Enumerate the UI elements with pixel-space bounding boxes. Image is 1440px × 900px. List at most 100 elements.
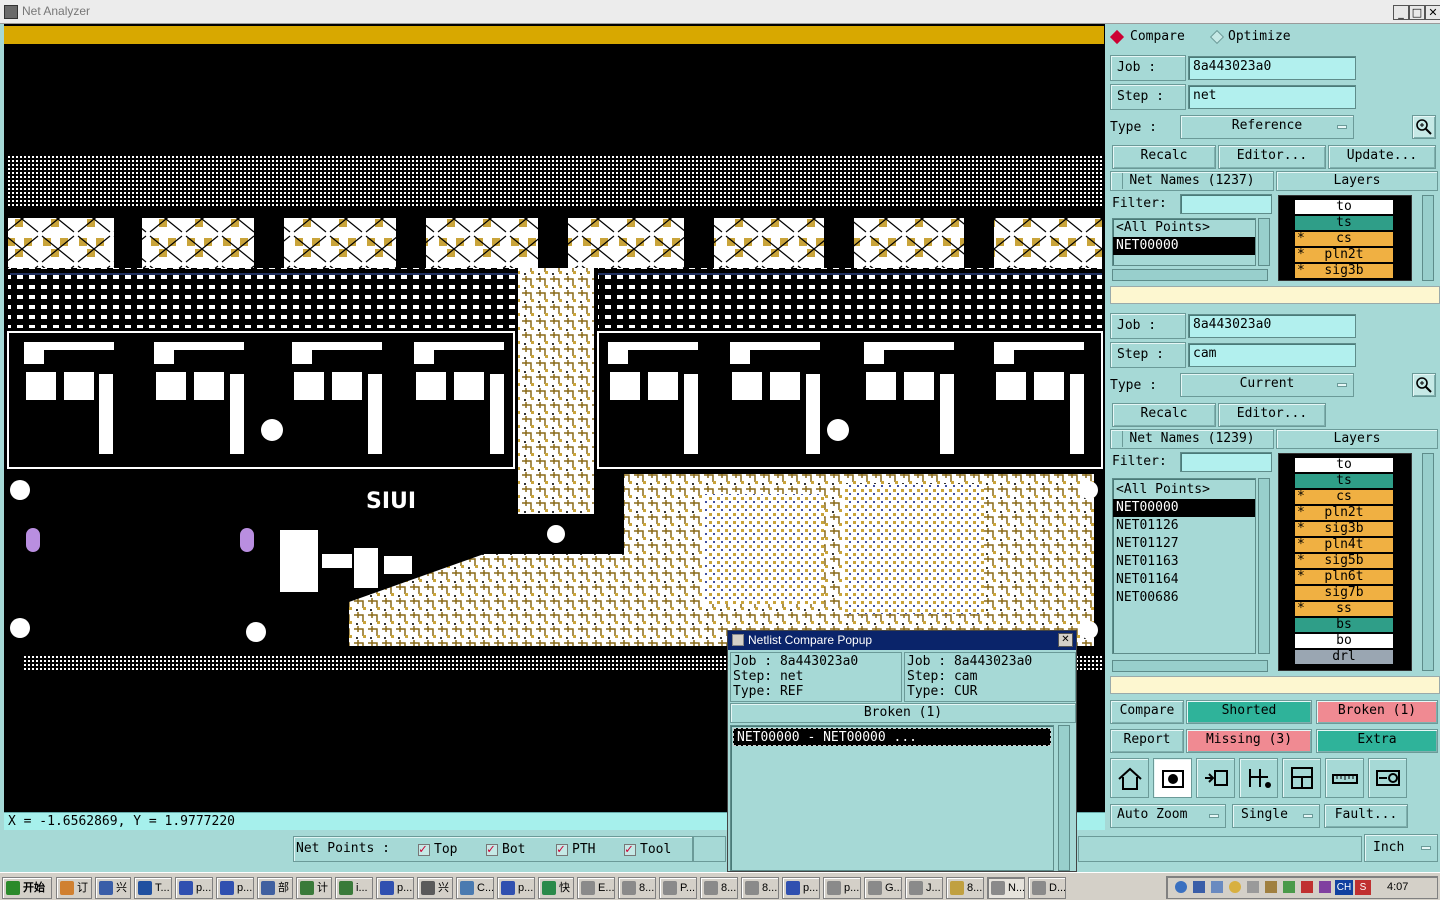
optimize-radio[interactable]: Optimize <box>1209 29 1291 44</box>
layer-item-ts[interactable]: ts <box>1295 474 1393 488</box>
cur-type-dropdown[interactable]: Current <box>1180 373 1354 397</box>
route-button[interactable] <box>1239 758 1278 798</box>
settings-button[interactable] <box>1368 758 1407 798</box>
ie-icon[interactable] <box>1175 881 1187 893</box>
bot-checkbox[interactable]: ✓ Bot <box>486 842 525 857</box>
taskbar-item[interactable]: P... <box>659 877 697 899</box>
compare-button[interactable]: Compare <box>1110 700 1184 724</box>
layer-item-pln2t[interactable]: * pln2t <box>1295 248 1393 262</box>
cur-recalc-button[interactable]: Recalc <box>1112 403 1216 427</box>
tray-icon[interactable] <box>1247 881 1259 893</box>
top-checkbox[interactable]: ✓ Top <box>418 842 457 857</box>
layer-item-pln2t[interactable]: * pln2t <box>1295 506 1393 520</box>
taskbar-item[interactable]: G... <box>864 877 902 899</box>
popup-close-button[interactable]: ✕ <box>1058 633 1073 647</box>
taskbar-item[interactable]: 快 <box>538 877 574 899</box>
minimize-button[interactable]: _ <box>1393 5 1409 20</box>
ref-net-hscrollbar[interactable] <box>1112 269 1268 281</box>
layer-item-sig5b[interactable]: * sig5b <box>1295 554 1393 568</box>
maximize-button[interactable]: □ <box>1409 5 1425 20</box>
taskbar-item[interactable]: T... <box>134 877 172 899</box>
report-button[interactable]: Report <box>1110 729 1184 753</box>
ref-filter-input[interactable] <box>1180 194 1272 214</box>
start-button[interactable]: 开始 <box>2 877 52 899</box>
list-item[interactable]: NET01126 <box>1113 517 1255 535</box>
close-button[interactable]: ✕ <box>1425 5 1440 20</box>
ref-layer-scrollbar[interactable] <box>1422 195 1434 281</box>
window-button[interactable] <box>1282 758 1321 798</box>
taskbar-item[interactable]: N... <box>987 877 1025 899</box>
taskbar-item[interactable]: C... <box>456 877 494 899</box>
list-item[interactable]: NET01127 <box>1113 535 1255 553</box>
tray-icon[interactable] <box>1319 881 1331 893</box>
cur-zoom-button[interactable] <box>1412 373 1436 397</box>
language-indicator[interactable]: CH <box>1335 880 1353 895</box>
taskbar-item[interactable]: 计 <box>296 877 332 899</box>
layer-item-ts[interactable]: ts <box>1295 216 1393 230</box>
layer-item-sig7b[interactable]: sig7b <box>1295 586 1393 600</box>
extra-button[interactable]: Extra <box>1316 729 1438 753</box>
list-item[interactable]: NET01164 <box>1113 571 1255 589</box>
taskbar-item[interactable]: 8... <box>741 877 779 899</box>
ref-zoom-button[interactable] <box>1412 115 1436 139</box>
cur-editor-button[interactable]: Editor... <box>1218 403 1326 427</box>
cur-net-scrollbar[interactable] <box>1258 478 1270 654</box>
popup-broken-list[interactable]: NET00000 - NET00000 ... <box>730 725 1054 871</box>
layer-item-cs[interactable]: * cs <box>1295 490 1393 504</box>
taskbar-item[interactable]: 订 <box>56 877 92 899</box>
ref-net-list[interactable]: <All Points> NET00000 <box>1112 218 1256 266</box>
tray-icon[interactable] <box>1283 881 1295 893</box>
pth-checkbox[interactable]: ✓ PTH <box>556 842 595 857</box>
taskbar-item[interactable]: 8... <box>618 877 656 899</box>
layer-item-drl[interactable]: drl <box>1295 650 1393 664</box>
volume-icon[interactable] <box>1211 881 1223 893</box>
cur-layer-list[interactable]: to ts * cs * pln2t * sig3b * pln4t * sig5b * pln6t sig… <box>1278 453 1412 671</box>
layer-item-sig3b[interactable]: * sig3b <box>1295 522 1393 536</box>
broken-button[interactable]: Broken (1) <box>1316 700 1438 724</box>
missing-button[interactable]: Missing (3) <box>1186 729 1312 753</box>
fault-button[interactable]: Fault... <box>1324 804 1408 828</box>
ime-icon[interactable]: S <box>1355 880 1371 895</box>
taskbar-item[interactable]: p... <box>376 877 414 899</box>
list-item[interactable]: NET00686 <box>1113 589 1255 607</box>
list-item[interactable]: NET00000 <box>1113 237 1255 255</box>
taskbar-item[interactable]: p... <box>216 877 254 899</box>
tray-icon[interactable] <box>1265 881 1277 893</box>
flip-button[interactable] <box>1196 758 1235 798</box>
ref-editor-button[interactable]: Editor... <box>1218 145 1326 169</box>
single-dropdown[interactable]: Single <box>1232 804 1320 828</box>
taskbar-item[interactable]: E... <box>577 877 615 899</box>
ref-recalc-button[interactable]: Recalc <box>1112 145 1216 169</box>
list-item[interactable]: <All Points> <box>1113 219 1255 237</box>
taskbar-item[interactable]: i... <box>335 877 373 899</box>
taskbar-item[interactable]: J... <box>905 877 943 899</box>
taskbar-item[interactable]: 8... <box>946 877 984 899</box>
clock-app-icon[interactable] <box>1229 881 1241 893</box>
cur-job-field[interactable]: 8a443023a0 <box>1188 314 1356 338</box>
taskbar-item[interactable]: 部 <box>257 877 293 899</box>
layer-item-sig3b[interactable]: * sig3b <box>1295 264 1393 278</box>
layer-item-to[interactable]: to <box>1295 200 1393 214</box>
ref-update-button[interactable]: Update... <box>1328 145 1436 169</box>
layer-item-ss[interactable]: * ss <box>1295 602 1393 616</box>
home-button[interactable] <box>1110 758 1149 798</box>
taskbar-item[interactable]: D... <box>1028 877 1066 899</box>
taskbar-item[interactable]: 兴 <box>417 877 453 899</box>
list-item[interactable]: NET01163 <box>1113 553 1255 571</box>
layer-item-cs[interactable]: * cs <box>1295 232 1393 246</box>
tool-checkbox[interactable]: ✓ Tool <box>624 842 671 857</box>
ref-type-dropdown[interactable]: Reference <box>1180 115 1354 139</box>
layer-item-bo[interactable]: bo <box>1295 634 1393 648</box>
ref-step-field[interactable]: net <box>1188 85 1356 109</box>
taskbar-item[interactable]: 8... <box>700 877 738 899</box>
taskbar-item[interactable]: p... <box>823 877 861 899</box>
list-item[interactable]: <All Points> <box>1113 481 1255 499</box>
list-item[interactable]: NET00000 - NET00000 ... <box>733 728 1051 746</box>
list-item[interactable]: NET00000 <box>1113 499 1255 517</box>
popup-scrollbar[interactable] <box>1058 725 1070 871</box>
cur-net-list[interactable]: <All Points> NET00000 NET01126 NET01127 … <box>1112 478 1256 654</box>
shorted-button[interactable]: Shorted <box>1186 700 1312 724</box>
layer-item-to[interactable]: to <box>1295 458 1393 472</box>
snapshot-button[interactable] <box>1153 758 1192 798</box>
layer-item-pln4t[interactable]: * pln4t <box>1295 538 1393 552</box>
